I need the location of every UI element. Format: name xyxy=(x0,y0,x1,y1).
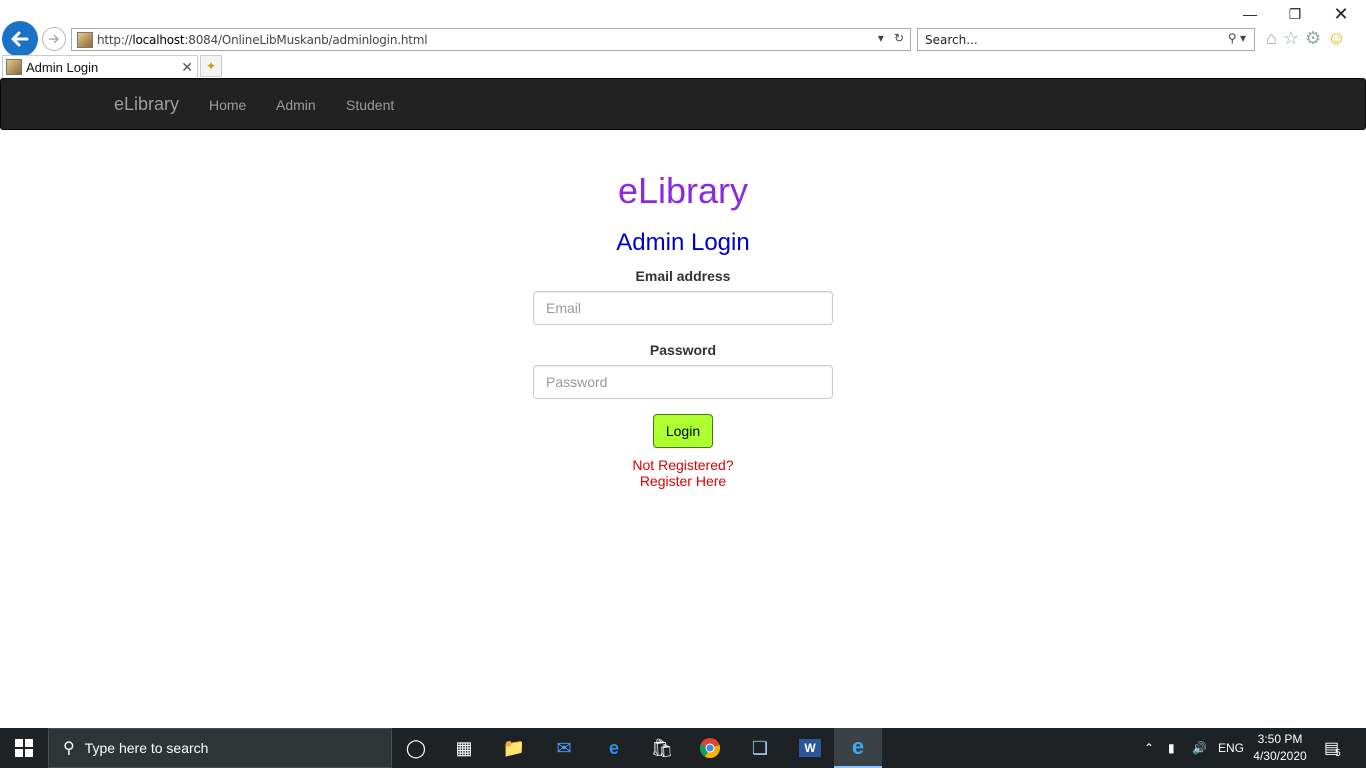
mail-icon[interactable]: ✉ xyxy=(540,728,588,768)
close-tab-icon[interactable]: ✕ xyxy=(181,59,193,76)
login-button[interactable]: Login xyxy=(653,414,713,448)
site-navbar: eLibrary Home Admin Student xyxy=(0,78,1366,130)
back-button[interactable] xyxy=(2,21,38,57)
forward-arrow-icon xyxy=(49,34,60,44)
word-icon[interactable]: W xyxy=(786,728,834,768)
tab-title: Admin Login xyxy=(26,59,99,75)
address-bar[interactable]: http://localhost:8084/OnlineLibMuskanb/a… xyxy=(71,28,911,51)
favorites-star-icon[interactable]: ☆ xyxy=(1283,28,1299,49)
internet-explorer-icon[interactable]: e xyxy=(834,728,882,768)
system-clock[interactable]: 3:50 PM 4/30/2020 xyxy=(1248,731,1312,765)
nav-link-admin[interactable]: Admin xyxy=(276,97,316,113)
battery-icon[interactable]: ▮ xyxy=(1168,728,1175,768)
tray-chevron-icon[interactable]: ⌃ xyxy=(1144,728,1154,768)
password-field[interactable] xyxy=(533,365,833,399)
nav-link-home[interactable]: Home xyxy=(209,97,246,113)
file-explorer-icon[interactable]: 📁 xyxy=(490,728,538,768)
taskbar-search-icon: ⚲ xyxy=(63,740,75,757)
tab-admin-login[interactable]: Admin Login ✕ xyxy=(2,55,198,78)
cortana-icon[interactable]: ◯ xyxy=(392,728,440,768)
form-title: Admin Login xyxy=(616,229,750,256)
minimize-button[interactable]: — xyxy=(1237,4,1263,24)
navbar-brand[interactable]: eLibrary xyxy=(114,94,179,115)
windows-taskbar: ⚲ Type here to search ◯ ▦ 📁 ✉ e 🛍 ❏ W e … xyxy=(0,728,1366,768)
page-favicon-icon xyxy=(77,31,93,48)
chrome-logo-icon xyxy=(699,738,720,759)
tab-favicon-icon xyxy=(6,59,22,75)
volume-icon[interactable]: 🔊 xyxy=(1192,728,1207,768)
taskbar-search-placeholder: Type here to search xyxy=(84,740,209,756)
settings-gear-icon[interactable]: ⚙ xyxy=(1305,28,1321,49)
notification-count: 5 xyxy=(1335,747,1341,759)
home-icon[interactable]: ⌂ xyxy=(1266,28,1277,49)
browser-search-box[interactable]: Search... ⚲ ▾ xyxy=(917,28,1255,51)
notifications-button[interactable]: ▤ 5 xyxy=(1324,728,1341,768)
new-tab-button[interactable]: ✦ xyxy=(200,55,222,77)
dropdown-arrow-icon[interactable]: ▾ xyxy=(878,31,884,45)
close-window-button[interactable]: ✕ xyxy=(1328,4,1354,24)
forward-button[interactable] xyxy=(42,27,66,51)
clock-time: 3:50 PM xyxy=(1257,732,1303,746)
browser-chrome: — ❐ ✕ http://localhost:8084/OnlineLibMus… xyxy=(0,0,1366,78)
password-label: Password xyxy=(649,342,717,358)
windows-logo-icon xyxy=(15,739,33,757)
task-view-icon[interactable]: ▦ xyxy=(440,728,488,768)
nav-link-student[interactable]: Student xyxy=(346,97,394,113)
store-icon[interactable]: 🛍 xyxy=(638,728,686,768)
browser-search-placeholder: Search... xyxy=(925,32,978,47)
email-label: Email address xyxy=(635,268,731,284)
register-link[interactable]: Register Here xyxy=(0,473,1366,489)
address-url: http://localhost:8084/OnlineLibMuskanb/a… xyxy=(97,32,428,47)
back-arrow-icon xyxy=(11,31,29,47)
search-icon[interactable]: ⚲ ▾ xyxy=(1228,31,1246,45)
smiley-feedback-icon[interactable]: ☺ xyxy=(1327,28,1345,49)
virtualbox-icon[interactable]: ❏ xyxy=(736,728,784,768)
refresh-icon[interactable]: ↻ xyxy=(894,31,904,45)
clock-date: 4/30/2020 xyxy=(1253,749,1307,763)
site-title: eLibrary xyxy=(617,170,749,211)
not-registered-text: Not Registered? xyxy=(632,457,734,473)
chrome-icon[interactable] xyxy=(686,728,734,768)
email-field[interactable] xyxy=(533,291,833,325)
taskbar-search-box[interactable]: ⚲ Type here to search xyxy=(48,728,392,768)
edge-icon[interactable]: e xyxy=(590,728,638,768)
start-button[interactable] xyxy=(0,728,48,768)
restore-button[interactable]: ❐ xyxy=(1282,4,1308,24)
language-indicator[interactable]: ENG xyxy=(1218,728,1244,768)
